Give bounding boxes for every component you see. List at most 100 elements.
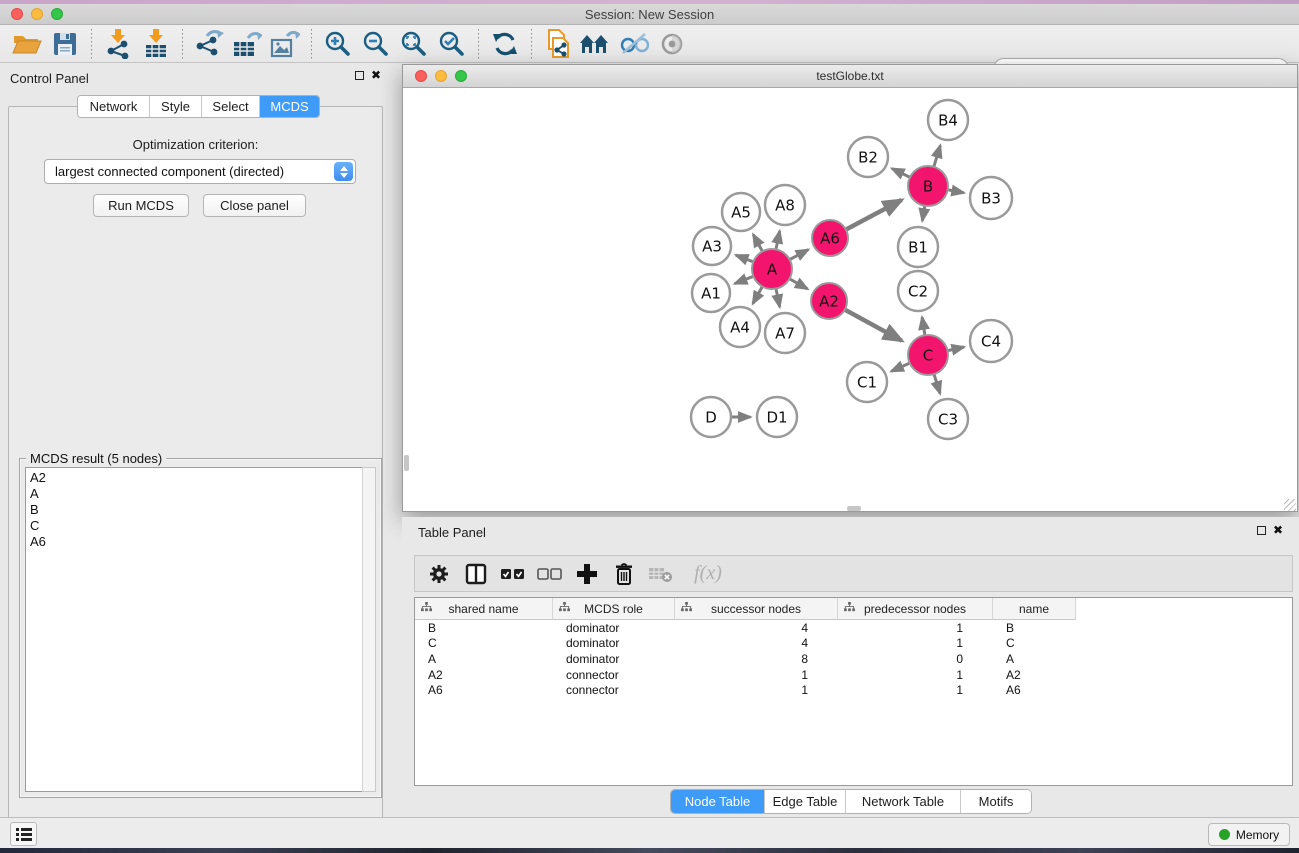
table-cell[interactable]: 1: [675, 683, 838, 697]
export-network-icon[interactable]: [192, 28, 226, 60]
hide-selected-icon[interactable]: [617, 28, 651, 60]
table-header-row: shared name MCDS rolesuccessor nodesprede…: [415, 598, 1292, 620]
table-cell[interactable]: 8: [675, 652, 838, 666]
mcds-result-item[interactable]: B: [30, 502, 363, 518]
network-graph[interactable]: B4B2BB3A8A5A6A3B1AA1C2A2A4A7C4CC1DD1C3: [404, 88, 1296, 511]
table-cell[interactable]: connector: [553, 683, 675, 697]
table-cell[interactable]: dominator: [553, 636, 675, 650]
graph-node-label: C4: [981, 332, 1001, 350]
network-window-titlebar[interactable]: testGlobe.txt: [403, 65, 1297, 88]
table-panel: Table Panel ✖ f(x) shared nameMCDS ro: [402, 517, 1299, 817]
table-row[interactable]: Cdominator41C: [415, 636, 1292, 652]
table-cell[interactable]: 1: [675, 668, 838, 682]
criterion-value: largest connected component (directed): [55, 164, 284, 179]
open-session-icon[interactable]: [10, 28, 44, 60]
column-label: shared name: [448, 602, 518, 616]
tab-network-table[interactable]: Network Table: [846, 790, 961, 813]
mcds-result-group: MCDS result (5 nodes) A2ABCA6: [19, 458, 382, 798]
vertical-scrollbar-thumb[interactable]: [404, 455, 409, 471]
mcds-result-item[interactable]: A6: [30, 534, 363, 550]
select-all-checkboxes-icon[interactable]: [499, 560, 527, 588]
import-table-icon[interactable]: [139, 28, 173, 60]
horizontal-scrollbar-thumb[interactable]: [847, 506, 861, 511]
export-table-icon[interactable]: [230, 28, 264, 60]
show-column-icon[interactable]: [462, 560, 490, 588]
zoom-fit-icon[interactable]: [397, 28, 431, 60]
table-cell[interactable]: A: [993, 652, 1076, 666]
mcds-result-item[interactable]: A2: [30, 470, 363, 486]
tab-mcds[interactable]: MCDS: [260, 96, 319, 117]
refresh-icon[interactable]: [488, 28, 522, 60]
graph-node-label: C1: [857, 373, 877, 391]
table-cell[interactable]: A6: [415, 683, 553, 697]
table-cell[interactable]: 1: [838, 683, 993, 697]
table-cell[interactable]: 4: [675, 636, 838, 650]
export-image-icon[interactable]: [268, 28, 302, 60]
table-row[interactable]: A2connector11A2: [415, 667, 1292, 683]
table-cell[interactable]: dominator: [553, 652, 675, 666]
add-column-icon[interactable]: [573, 560, 601, 588]
resize-grip[interactable]: [1284, 499, 1296, 511]
tab-network[interactable]: Network: [78, 96, 150, 117]
close-table-panel-icon[interactable]: ✖: [1273, 526, 1283, 535]
column-header-MCDS-role[interactable]: MCDS role: [553, 598, 675, 620]
table-cell[interactable]: 1: [838, 668, 993, 682]
table-cell[interactable]: B: [993, 621, 1076, 635]
table-cell[interactable]: 1: [838, 636, 993, 650]
table-cell[interactable]: 0: [838, 652, 993, 666]
network-canvas[interactable]: B4B2BB3A8A5A6A3B1AA1C2A2A4A7C4CC1DD1C3: [404, 88, 1296, 511]
graph-node-label: C2: [908, 282, 928, 300]
mcds-result-item[interactable]: A: [30, 486, 363, 502]
table-row[interactable]: A6connector11A6: [415, 682, 1292, 698]
graph-node-label: A5: [731, 203, 751, 221]
save-session-icon[interactable]: [48, 28, 82, 60]
run-mcds-button[interactable]: Run MCDS: [93, 194, 189, 217]
table-row[interactable]: Bdominator41B: [415, 620, 1292, 636]
tab-motifs[interactable]: Motifs: [961, 790, 1031, 813]
close-panel-icon[interactable]: ✖: [371, 71, 381, 80]
float-panel-icon[interactable]: [355, 71, 364, 80]
first-neighbors-icon[interactable]: [579, 28, 613, 60]
table-cell[interactable]: C: [415, 636, 553, 650]
zoom-in-icon[interactable]: [321, 28, 355, 60]
column-header-name[interactable]: name: [993, 598, 1076, 620]
tab-select[interactable]: Select: [202, 96, 260, 117]
zoom-out-icon[interactable]: [359, 28, 393, 60]
table-cell[interactable]: connector: [553, 668, 675, 682]
import-network-icon[interactable]: [101, 28, 135, 60]
column-header-shared-name[interactable]: shared name: [415, 598, 553, 620]
column-header-successor-nodes[interactable]: successor nodes: [675, 598, 838, 620]
mcds-result-item[interactable]: C: [30, 518, 363, 534]
table-row[interactable]: Adominator80A: [415, 651, 1292, 667]
node-table[interactable]: shared name MCDS rolesuccessor nodesprede…: [414, 597, 1293, 786]
delete-column-icon[interactable]: [610, 560, 638, 588]
table-cell[interactable]: A2: [993, 668, 1076, 682]
memory-button[interactable]: Memory: [1208, 823, 1290, 846]
tab-node-table[interactable]: Node Table: [671, 790, 765, 813]
float-table-panel-icon[interactable]: [1257, 526, 1266, 535]
close-panel-button[interactable]: Close panel: [203, 194, 306, 217]
table-cell[interactable]: 1: [838, 621, 993, 635]
show-all-icon[interactable]: [655, 28, 689, 60]
table-body[interactable]: Bdominator41BCdominator41CAdominator80AA…: [415, 620, 1292, 698]
graph-node-label: A8: [775, 196, 795, 214]
result-scrollbar[interactable]: [362, 467, 376, 792]
column-header-predecessor-nodes[interactable]: predecessor nodes: [838, 598, 993, 620]
clone-network-icon[interactable]: [541, 28, 575, 60]
table-cell[interactable]: A2: [415, 668, 553, 682]
table-cell[interactable]: A6: [993, 683, 1076, 697]
tab-style[interactable]: Style: [150, 96, 202, 117]
deselect-all-checkboxes-icon[interactable]: [536, 560, 564, 588]
criterion-dropdown[interactable]: largest connected component (directed): [44, 159, 356, 184]
tab-edge-table[interactable]: Edge Table: [765, 790, 846, 813]
task-history-button[interactable]: [10, 822, 37, 846]
table-panel-title: Table Panel: [418, 525, 486, 540]
table-options-icon[interactable]: [425, 560, 453, 588]
table-cell[interactable]: B: [415, 621, 553, 635]
table-cell[interactable]: C: [993, 636, 1076, 650]
table-cell[interactable]: 4: [675, 621, 838, 635]
zoom-selected-icon[interactable]: [435, 28, 469, 60]
mcds-result-list[interactable]: A2ABCA6: [25, 467, 364, 792]
table-cell[interactable]: A: [415, 652, 553, 666]
table-cell[interactable]: dominator: [553, 621, 675, 635]
